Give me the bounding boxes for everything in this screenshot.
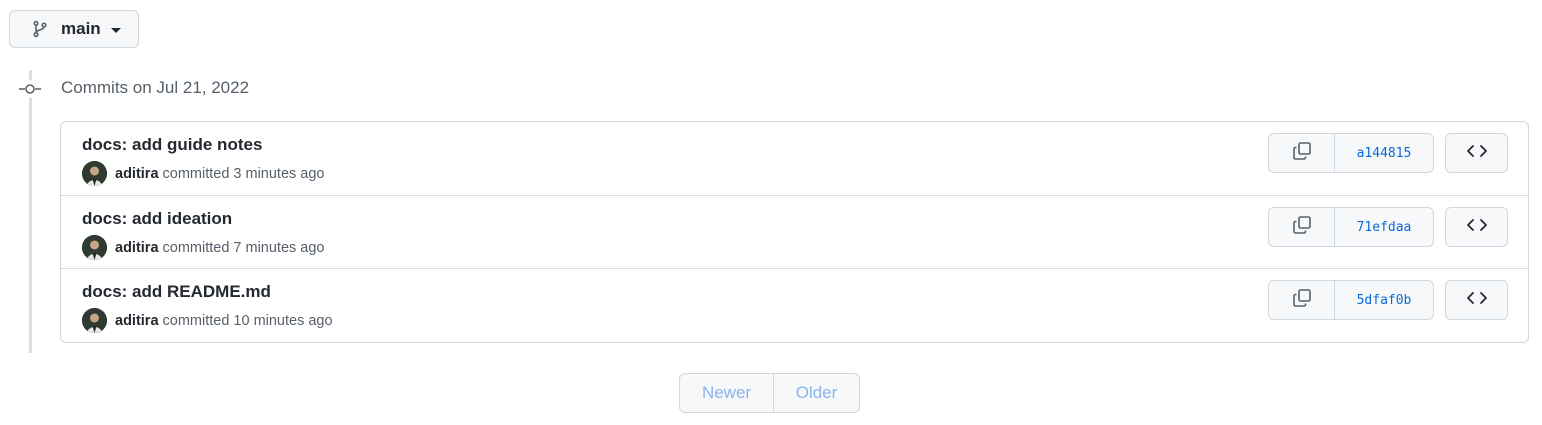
browse-repo-button[interactable]: [1445, 280, 1508, 320]
browse-repo-button[interactable]: [1445, 207, 1508, 247]
commit-row: docs: add README.md aditira committed 10…: [61, 268, 1528, 341]
commit-row: docs: add ideation aditira committed 7 m…: [61, 195, 1528, 268]
older-button[interactable]: Older: [774, 374, 859, 412]
commit-meta: aditira committed 3 minutes ago: [82, 161, 325, 186]
commit-time: 10 minutes ago: [233, 312, 333, 329]
avatar[interactable]: [82, 308, 107, 333]
copy-sha-button[interactable]: [1269, 208, 1335, 246]
commit-meta: aditira committed 10 minutes ago: [82, 308, 333, 333]
pagination: Newer Older: [679, 373, 860, 413]
commit-author-link[interactable]: aditira: [115, 313, 159, 329]
commit-sha-link[interactable]: 5dfaf0b: [1335, 281, 1433, 319]
code-icon: [1466, 217, 1488, 238]
commit-meta: aditira committed 7 minutes ago: [82, 235, 325, 260]
commit-time: 7 minutes ago: [233, 239, 325, 256]
commit-title-link[interactable]: docs: add guide notes: [82, 135, 262, 155]
commit-action: committed: [162, 239, 230, 256]
commit-time: 3 minutes ago: [233, 165, 325, 182]
commit-sha-button-group: 71efdaa: [1268, 207, 1434, 247]
branch-name: main: [61, 19, 101, 38]
branch-selector-button[interactable]: main: [9, 10, 139, 48]
git-branch-icon: [31, 20, 49, 38]
browse-repo-button[interactable]: [1445, 133, 1508, 173]
copy-icon: [1292, 215, 1312, 240]
commit-author-link[interactable]: aditira: [115, 166, 159, 182]
copy-icon: [1292, 141, 1312, 166]
commit-sha-link[interactable]: 71efdaa: [1335, 208, 1433, 246]
git-commit-icon: [18, 80, 42, 98]
avatar[interactable]: [82, 235, 107, 260]
code-icon: [1466, 290, 1488, 311]
commits-page: main Commits on Jul 21, 2022 docs: add g…: [0, 0, 1542, 425]
commit-sha-button-group: a144815: [1268, 133, 1434, 173]
commit-title-link[interactable]: docs: add ideation: [82, 209, 232, 229]
commit-sha-button-group: 5dfaf0b: [1268, 280, 1434, 320]
avatar[interactable]: [82, 161, 107, 186]
commit-action: committed: [162, 165, 230, 182]
commit-title-link[interactable]: docs: add README.md: [82, 282, 271, 302]
commits-date-heading: Commits on Jul 21, 2022: [61, 78, 250, 97]
copy-icon: [1292, 288, 1312, 313]
newer-button[interactable]: Newer: [680, 374, 774, 412]
copy-sha-button[interactable]: [1269, 281, 1335, 319]
commit-row: docs: add guide notes aditira committed …: [61, 122, 1528, 195]
commit-action: committed: [162, 312, 230, 329]
timeline-line: [29, 70, 32, 353]
commit-sha-link[interactable]: a144815: [1335, 134, 1433, 172]
commit-author-link[interactable]: aditira: [115, 240, 159, 256]
code-icon: [1466, 143, 1488, 164]
commit-list: docs: add guide notes aditira committed …: [60, 121, 1529, 343]
copy-sha-button[interactable]: [1269, 134, 1335, 172]
chevron-down-icon: [110, 27, 121, 33]
